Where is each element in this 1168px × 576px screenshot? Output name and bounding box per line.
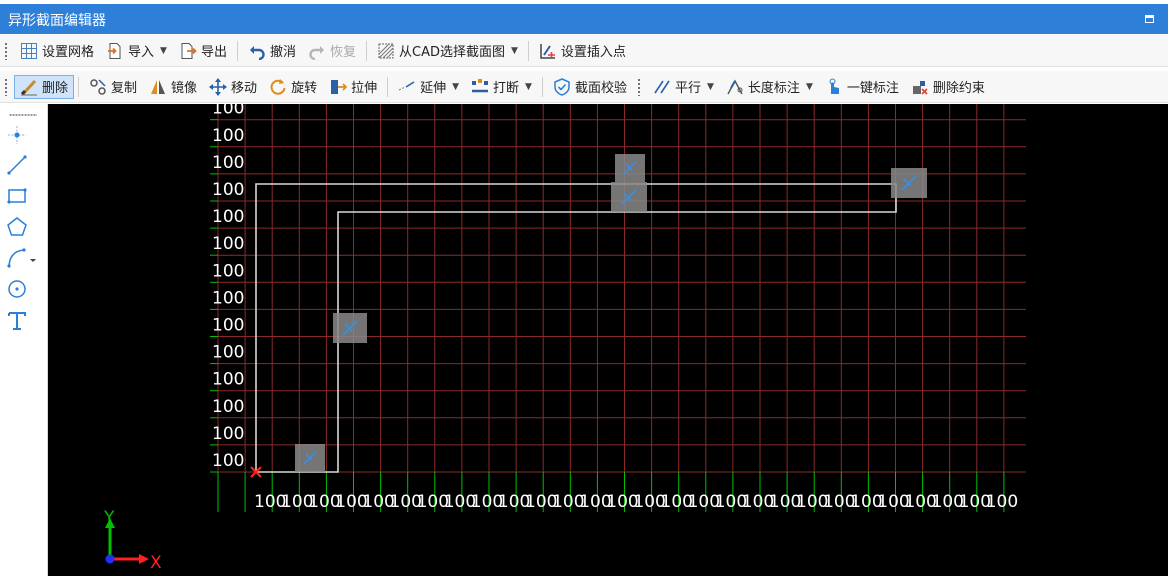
y-axis-label: 100	[212, 261, 244, 281]
hand-pointer-icon	[825, 78, 843, 96]
stretch-icon	[329, 78, 348, 96]
x-axis-labels: 1001001001001001001001001001001001001001…	[254, 492, 1018, 512]
arc-tool-icon[interactable]	[6, 247, 38, 269]
move-button[interactable]: 移动	[203, 75, 263, 99]
parallel-icon	[653, 78, 671, 96]
constraint-marker-4[interactable]	[611, 182, 647, 212]
separator	[387, 76, 389, 97]
drawing-canvas[interactable]: 100 100 100 100 100 100 100 100 100 100 100 100 100 1…	[48, 104, 1168, 576]
mirror-icon	[149, 78, 167, 96]
chevron-down-icon[interactable]: ▼	[452, 82, 459, 92]
stretch-button[interactable]: 拉伸	[323, 75, 383, 99]
chevron-down-icon[interactable]: ▼	[525, 82, 532, 92]
rectangle-tool-icon[interactable]	[6, 185, 28, 207]
eraser-icon	[20, 78, 38, 96]
rotate-icon	[269, 78, 287, 96]
y-axis-label: 100	[212, 424, 244, 444]
y-axis-label: 100	[212, 397, 244, 417]
chevron-down-icon[interactable]: ▼	[707, 82, 714, 92]
y-axis-label: 100	[212, 207, 244, 227]
chevron-down-icon[interactable]: ▼	[806, 82, 813, 92]
circle-tool-icon[interactable]	[6, 278, 28, 300]
y-axis-label: 100	[212, 288, 244, 308]
rotate-button[interactable]: 旋转	[263, 75, 323, 99]
window-title: 异形截面编辑器	[8, 13, 106, 29]
redo-icon	[308, 42, 326, 60]
maximize-icon[interactable]	[1145, 15, 1154, 23]
dimension-icon	[726, 78, 744, 96]
redo-button[interactable]: 恢复	[302, 39, 362, 63]
move-icon	[209, 77, 228, 96]
mirror-button[interactable]: 镜像	[143, 75, 203, 99]
y-axis-label: 100	[212, 234, 244, 254]
toolbar-grip[interactable]	[4, 41, 8, 60]
delete-button[interactable]: 删除	[14, 74, 75, 99]
main-toolbar: 设置网格 导入 ▼ 导出 撤消 恢复 从CAD选择截面图 ▼ 设置插入点	[0, 35, 1168, 67]
drawing-tools-sidebar	[0, 104, 48, 576]
separator	[527, 40, 529, 61]
axis-y-label: Y	[103, 508, 115, 528]
constraint-marker-5[interactable]	[891, 168, 927, 198]
separator	[236, 40, 238, 61]
length-dimension-button[interactable]: 长度标注 ▼	[720, 75, 819, 99]
line-tool-icon[interactable]	[6, 154, 28, 176]
x-axis-label: 100	[986, 492, 1018, 512]
hatch-icon	[377, 42, 395, 60]
export-icon	[179, 42, 197, 60]
extend-icon	[398, 78, 416, 96]
delete-constraint-icon	[911, 78, 929, 96]
break-button[interactable]: 打断 ▼	[465, 75, 538, 99]
chevron-down-icon[interactable]: ▼	[160, 46, 167, 56]
edit-toolbar: 删除 复制 镜像 移动 旋转 拉伸 延伸 ▼ 打断 ▼ 截面校验 平行 ▼ 长度标	[0, 71, 1168, 103]
grid-ticks	[210, 119, 1005, 512]
separator	[78, 76, 80, 97]
y-axis-label: 100	[212, 126, 244, 146]
constraint-marker-1[interactable]	[295, 444, 325, 472]
title-bar: 异形截面编辑器	[0, 4, 1168, 34]
y-axis-label: 100	[212, 451, 244, 471]
toolbar-grip[interactable]	[4, 77, 8, 96]
set-grid-button[interactable]: 设置网格	[14, 39, 100, 63]
export-button[interactable]: 导出	[173, 39, 233, 63]
auto-dimension-button[interactable]: 一键标注	[819, 75, 905, 99]
import-icon	[106, 42, 124, 60]
y-axis-label: 100	[212, 153, 244, 173]
constraint-marker-3[interactable]	[615, 154, 645, 182]
y-axis-label: 100	[212, 370, 244, 390]
grid-icon	[20, 42, 38, 60]
axis-x-label: X	[150, 553, 162, 573]
extend-button[interactable]: 延伸 ▼	[392, 75, 465, 99]
polygon-tool-icon[interactable]	[6, 216, 28, 238]
delete-constraint-button[interactable]: 删除约束	[905, 75, 991, 99]
import-button[interactable]: 导入 ▼	[100, 39, 173, 63]
y-axis-label: 100	[212, 104, 244, 119]
cad-select-button[interactable]: 从CAD选择截面图 ▼	[371, 39, 524, 63]
toolbar-grip[interactable]	[636, 77, 641, 96]
copy-button[interactable]: 复制	[83, 75, 143, 99]
undo-button[interactable]: 撤消	[242, 39, 302, 63]
canvas-svg: 100 100 100 100 100 100 100 100 100 100 100 100 100 1…	[103, 104, 1026, 573]
break-icon	[471, 78, 489, 96]
sidebar-grip[interactable]	[9, 114, 37, 116]
set-insert-point-button[interactable]: 设置插入点	[533, 39, 632, 63]
insert-point-icon	[539, 42, 557, 60]
constraint-marker-2[interactable]	[333, 313, 367, 343]
chevron-down-icon[interactable]: ▼	[511, 46, 518, 56]
y-axis-label: 100	[212, 343, 244, 363]
text-tool-icon[interactable]	[6, 310, 28, 332]
separator	[366, 40, 367, 61]
separator	[541, 76, 543, 97]
undo-icon	[248, 42, 266, 60]
axis-indicator: Y X	[103, 508, 162, 573]
y-axis-label: 100	[212, 316, 244, 336]
section-check-button[interactable]: 截面校验	[547, 75, 633, 99]
point-tool-icon[interactable]	[6, 124, 28, 146]
parallel-button[interactable]: 平行 ▼	[647, 75, 720, 99]
y-axis-label: 100	[212, 180, 244, 200]
shield-check-icon	[553, 77, 571, 96]
copy-icon	[89, 78, 107, 96]
y-axis-labels: 100 100 100 100 100 100 100 100 100 100 100 100 100 1…	[212, 104, 244, 471]
